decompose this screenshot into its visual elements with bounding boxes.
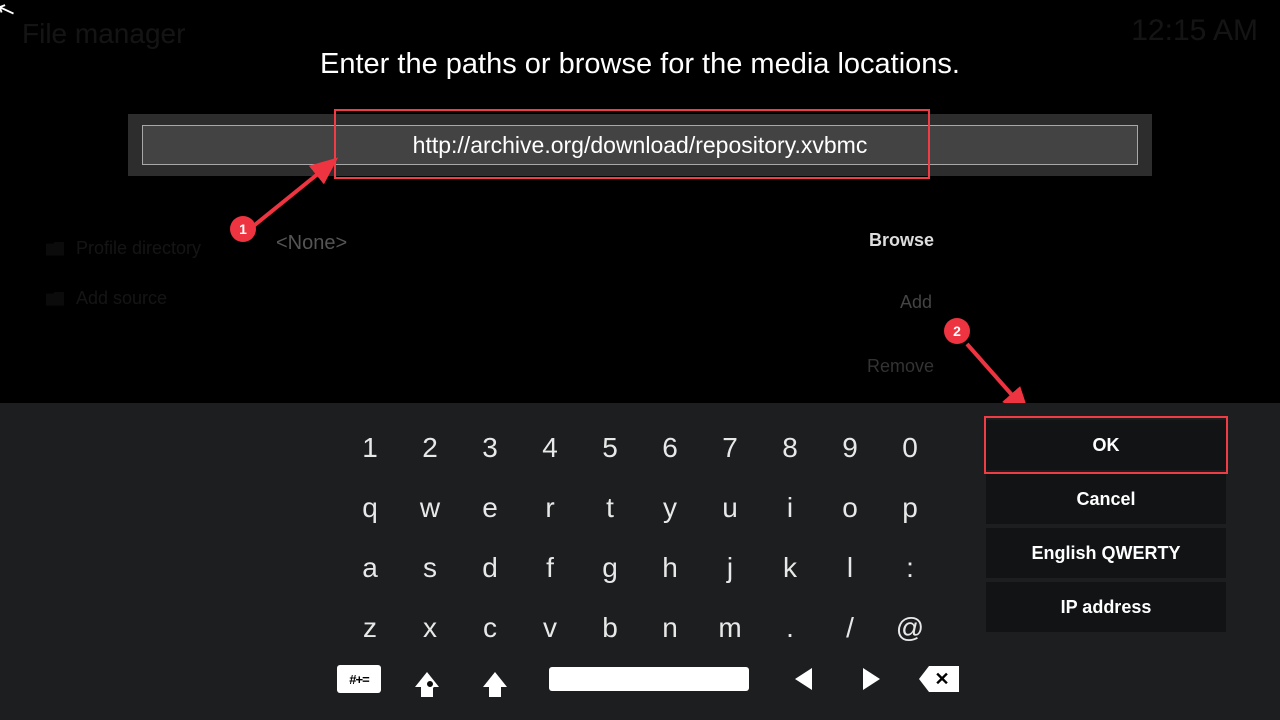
backspace-key[interactable]: ✕ [916,661,962,697]
key-v[interactable]: v [520,598,580,658]
key-0[interactable]: 0 [880,418,940,478]
key-t[interactable]: t [580,478,640,538]
key-3[interactable]: 3 [460,418,520,478]
annotation-badge-2: 2 [944,318,970,344]
media-name-placeholder: <None> [276,232,347,255]
cancel-button[interactable]: Cancel [986,474,1226,524]
caret-right-key[interactable] [848,661,894,697]
key-q[interactable]: q [340,478,400,538]
key-@[interactable]: @ [880,598,940,658]
bg-item-profile: Profile directory [46,238,201,259]
dialog-title: Enter the paths or browse for the media … [0,48,1280,81]
key-k[interactable]: k [760,538,820,598]
key-9[interactable]: 9 [820,418,880,478]
key-d[interactable]: d [460,538,520,598]
key-p[interactable]: p [880,478,940,538]
key-8[interactable]: 8 [760,418,820,478]
key-7[interactable]: 7 [700,418,760,478]
bg-item-add-source: Add source [46,288,167,309]
ok-button[interactable]: OK [986,420,1226,470]
key-e[interactable]: e [460,478,520,538]
caps-lock-key[interactable] [404,661,450,697]
key-j[interactable]: j [700,538,760,598]
key-w[interactable]: w [400,478,460,538]
caret-left-key[interactable] [780,661,826,697]
key-f[interactable]: f [520,538,580,598]
keyboard-bottom-row: #+= ✕ [336,661,962,697]
add-path-button[interactable]: Add [900,292,932,313]
symbols-key[interactable]: #+= [336,661,382,697]
key-h[interactable]: h [640,538,700,598]
key-y[interactable]: y [640,478,700,538]
key-1[interactable]: 1 [340,418,400,478]
layout-button[interactable]: English QWERTY [986,528,1226,578]
key-m[interactable]: m [700,598,760,658]
bg-clock: 12:15 AM [1131,14,1258,48]
space-key[interactable] [540,661,758,697]
key-4[interactable]: 4 [520,418,580,478]
key-x[interactable]: x [400,598,460,658]
path-input[interactable]: http://archive.org/download/repository.x… [142,125,1138,165]
path-input-container: http://archive.org/download/repository.x… [128,114,1152,176]
key-r[interactable]: r [520,478,580,538]
key-b[interactable]: b [580,598,640,658]
ip-address-button[interactable]: IP address [986,582,1226,632]
key-o[interactable]: o [820,478,880,538]
browse-button[interactable]: Browse [869,230,934,251]
annotation-badge-1: 1 [230,216,256,242]
key-s[interactable]: s [400,538,460,598]
add-source-dialog: Enter the paths or browse for the media … [0,48,1280,176]
key-5[interactable]: 5 [580,418,640,478]
key-l[interactable]: l [820,538,880,598]
key-6[interactable]: 6 [640,418,700,478]
key-n[interactable]: n [640,598,700,658]
key-:[interactable]: : [880,538,940,598]
keyboard-actions: OK Cancel English QWERTY IP address [986,420,1226,636]
key-g[interactable]: g [580,538,640,598]
key-z[interactable]: z [340,598,400,658]
remove-path-button[interactable]: Remove [867,356,934,377]
key-c[interactable]: c [460,598,520,658]
key-a[interactable]: a [340,538,400,598]
key-2[interactable]: 2 [400,418,460,478]
key-u[interactable]: u [700,478,760,538]
shift-key[interactable] [472,661,518,697]
key-i[interactable]: i [760,478,820,538]
key-.[interactable]: . [760,598,820,658]
bg-screen-title: File manager [22,18,185,50]
key-/[interactable]: / [820,598,880,658]
